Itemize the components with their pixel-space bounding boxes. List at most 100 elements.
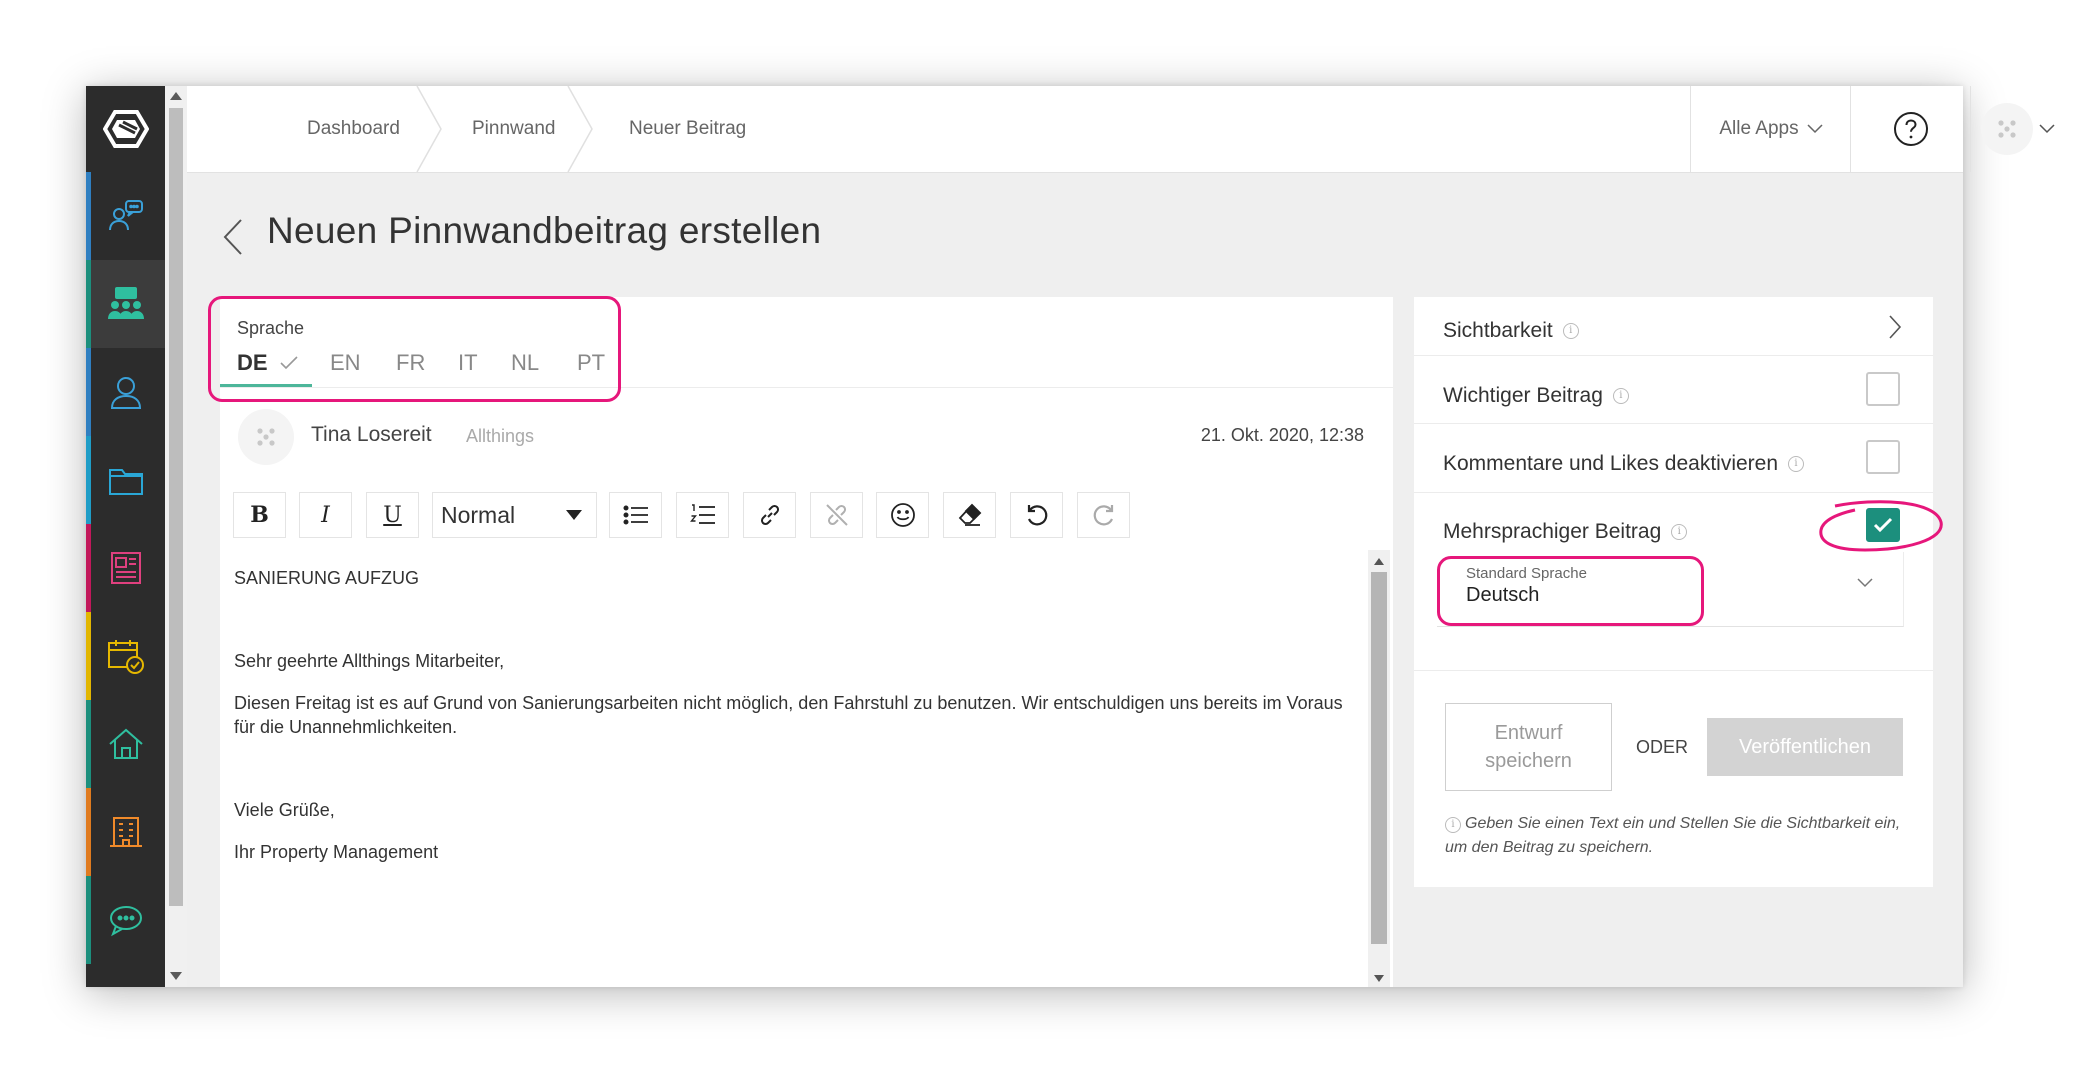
section-divider: [1414, 670, 1933, 671]
all-apps-dropdown[interactable]: Alle Apps: [1690, 86, 1851, 172]
redo-button[interactable]: [1077, 492, 1130, 538]
info-icon: i: [1562, 323, 1579, 339]
bold-button[interactable]: B: [233, 492, 286, 538]
underline-button[interactable]: U: [366, 492, 419, 538]
avatar-placeholder-icon: [1998, 120, 2016, 138]
clear-format-button[interactable]: [943, 492, 996, 538]
redo-icon: [1093, 505, 1113, 526]
avatar-placeholder-icon: [257, 428, 275, 446]
post-date: 21. Okt. 2020, 12:38: [1200, 425, 1364, 445]
page-scrollbar[interactable]: [165, 86, 187, 987]
scroll-down-icon[interactable]: [1374, 975, 1384, 982]
important-label-group: Wichtiger Beitrag i: [1443, 384, 1629, 408]
breadcrumb-pinnwand[interactable]: Pinnwand: [472, 86, 555, 172]
nav-calendar[interactable]: [86, 612, 165, 700]
breadcrumb-separator-icon: [567, 86, 593, 172]
chat-bubbles-icon: [108, 200, 143, 231]
row-divider: [1414, 355, 1933, 356]
save-draft-button[interactable]: Entwurf speichern: [1445, 703, 1612, 791]
info-icon: i: [1612, 388, 1629, 404]
info-icon: i: [1445, 817, 1461, 833]
emoji-icon: [890, 503, 915, 527]
back-arrow-icon[interactable]: [222, 218, 244, 256]
building-icon: [109, 817, 142, 847]
icon-sidebar: [86, 86, 165, 987]
nav-building[interactable]: [86, 788, 165, 876]
scroll-up-icon[interactable]: [1374, 558, 1384, 565]
numbered-list-icon: [689, 504, 715, 524]
info-icon: i: [1671, 524, 1688, 540]
nav-chat-bubbles[interactable]: [86, 172, 165, 260]
body-signature: Ihr Property Management: [234, 842, 439, 862]
bullet-list-icon: [622, 505, 648, 525]
disable-comments-label: Kommentare und Likes deaktivieren: [1443, 452, 1779, 475]
multilingual-label: Mehrsprachiger Beitrag: [1443, 520, 1662, 543]
breadcrumb-dashboard[interactable]: Dashboard: [307, 86, 400, 172]
chevron-right-icon: [1889, 315, 1902, 339]
author-name: Tina Losereit: [311, 423, 432, 446]
unlink-button[interactable]: [810, 492, 863, 538]
link-icon: [760, 504, 779, 526]
top-header: Dashboard Pinnwand Neuer Beitrag Alle Ap…: [187, 86, 2055, 173]
numbered-list-button[interactable]: [676, 492, 729, 538]
editor-scrollbar[interactable]: [1368, 550, 1390, 987]
body-heading: SANIERUNG AUFZUG: [234, 568, 420, 588]
save-hint-text: Geben Sie einen Text ein und Stellen Sie…: [1445, 815, 1901, 856]
publish-button[interactable]: Veröffentlichen: [1707, 718, 1903, 776]
nav-chat[interactable]: [86, 876, 165, 964]
format-dropdown[interactable]: Normal: [432, 492, 597, 538]
calendar-check-icon: [107, 640, 144, 674]
draft-label-line2: speichern: [1485, 750, 1572, 772]
home-icon: [108, 728, 143, 759]
important-checkbox[interactable]: [1866, 372, 1900, 406]
chevron-down-icon[interactable]: [1857, 578, 1873, 588]
nav-home[interactable]: [86, 700, 165, 788]
all-apps-label: Alle Apps: [1719, 118, 1799, 139]
highlight-standard-language: [1437, 556, 1704, 626]
chat-dots-icon: [109, 906, 142, 937]
editor-scroll-thumb[interactable]: [1371, 572, 1387, 944]
italic-icon: I: [321, 502, 330, 528]
nav-news[interactable]: [86, 524, 165, 612]
body-closing: Viele Grüße,: [234, 800, 335, 820]
nav-community[interactable]: [86, 260, 165, 348]
chevron-down-icon: [1807, 124, 1823, 134]
body-greeting: Sehr geehrte Allthings Mitarbeiter,: [234, 651, 505, 671]
highlight-multilingual-checkbox: [1819, 500, 1943, 552]
highlight-language-tabs: [208, 296, 621, 402]
page-title: Neuen Pinnwandbeitrag erstellen: [267, 210, 822, 251]
underline-icon: U: [383, 502, 402, 528]
author-avatar: [238, 409, 294, 465]
nav-person[interactable]: [86, 348, 165, 436]
save-hint: i Geben Sie einen Text ein und Stellen Si…: [1445, 812, 1915, 860]
italic-button[interactable]: I: [299, 492, 352, 538]
breadcrumb-current: Neuer Beitrag: [629, 118, 747, 139]
help-button[interactable]: [1850, 86, 1971, 172]
unlink-icon: [825, 504, 848, 526]
draft-label-line1: Entwurf: [1494, 722, 1563, 744]
undo-button[interactable]: [1010, 492, 1063, 538]
breadcrumb-separator-icon: [416, 86, 442, 172]
newspaper-icon: [110, 552, 141, 584]
nav-folder[interactable]: [86, 436, 165, 524]
body-paragraph: Diesen Freitag ist es auf Grund von Sani…: [234, 693, 1343, 737]
undo-icon: [1027, 505, 1047, 526]
or-label: ODER: [1636, 737, 1689, 757]
format-value: Normal: [441, 501, 516, 528]
disable-comments-checkbox[interactable]: [1866, 440, 1900, 474]
person-icon: [110, 377, 141, 409]
eraser-icon: [958, 503, 981, 526]
link-button[interactable]: [743, 492, 796, 538]
important-row: Wichtiger Beitrag i: [1414, 362, 1933, 430]
multilingual-label-group: Mehrsprachiger Beitrag i: [1443, 520, 1688, 544]
important-label: Wichtiger Beitrag: [1443, 384, 1603, 407]
user-menu[interactable]: [1970, 86, 2065, 172]
scroll-down-icon[interactable]: [170, 972, 182, 980]
row-divider: [1414, 492, 1933, 493]
emoji-button[interactable]: [876, 492, 929, 538]
bullet-list-button[interactable]: [609, 492, 662, 538]
scroll-thumb[interactable]: [169, 108, 183, 906]
caret-down-icon: [566, 510, 582, 520]
row-divider: [1414, 423, 1933, 424]
disable-comments-row: Kommentare und Likes deaktivieren i: [1414, 430, 1933, 498]
